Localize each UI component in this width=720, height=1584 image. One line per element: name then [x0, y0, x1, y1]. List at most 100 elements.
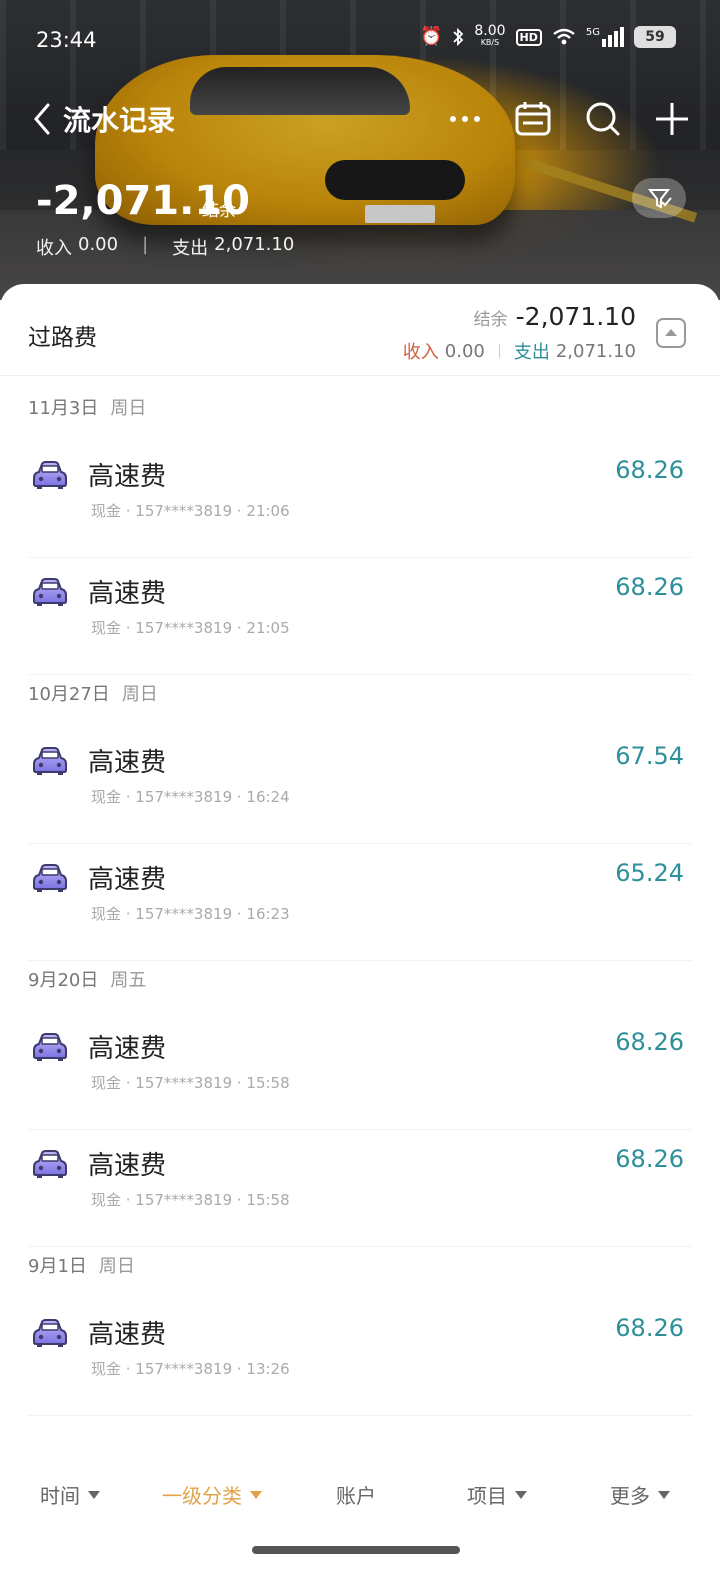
date-header: 9月20日 周五 — [28, 966, 146, 992]
summary-balance: 结余 -2,071.10 — [474, 302, 636, 331]
transaction-meta: 现金 · 157****3819 · 21:06 — [91, 502, 290, 520]
plus-icon[interactable] — [652, 99, 692, 139]
more-icon[interactable] — [445, 99, 485, 139]
transaction-row[interactable]: 高速费 现金 · 157****3819 · 16:24 67.54 — [0, 726, 720, 844]
back-button[interactable] — [28, 101, 58, 137]
search-icon[interactable] — [583, 99, 623, 139]
filter-tab-bar: 时间 一级分类 账户 项目 更多 — [0, 1462, 720, 1532]
tab-label: 更多 — [610, 1484, 650, 1508]
collapse-icon — [665, 329, 677, 336]
car-icon — [32, 1318, 68, 1348]
signal-icon: 5G — [586, 27, 624, 47]
tab-4[interactable]: 更多 — [610, 1480, 670, 1509]
summary-income-value: 0.00 — [444, 340, 485, 362]
status-bar: 23:44 ⏰ 8.00 KB/S HD 5G 59 — [0, 22, 720, 58]
transaction-name: 高速费 — [88, 1151, 167, 1181]
car-icon — [32, 577, 68, 607]
dropdown-arrow-icon — [515, 1490, 527, 1499]
category-summary: 过路费 结余 -2,071.10 收入 0.00 支出 2,071.10 — [0, 284, 720, 376]
car-icon — [32, 746, 68, 776]
screen: { "status": { "time": "23:44", "net_spee… — [0, 0, 720, 1584]
summary-balance-value: -2,071.10 — [515, 302, 636, 331]
filter-button[interactable] — [632, 178, 686, 218]
status-time: 23:44 — [36, 28, 97, 52]
tab-label: 一级分类 — [162, 1484, 242, 1508]
header-income-label: 收入 — [36, 238, 72, 259]
tab-3[interactable]: 项目 — [467, 1480, 527, 1509]
dropdown-arrow-icon — [88, 1490, 100, 1499]
header-balance-label: 结余 — [202, 201, 236, 221]
separator: | — [142, 234, 149, 255]
date-label: 10月27日 — [28, 684, 110, 705]
date-header: 11月3日 周日 — [28, 394, 146, 420]
home-indicator[interactable] — [252, 1546, 460, 1554]
net-speed-value: 8.00 — [474, 23, 506, 39]
row-divider — [28, 960, 692, 961]
transaction-name: 高速费 — [88, 865, 167, 895]
date-label: 9月20日 — [28, 970, 99, 991]
page-title: 流水记录 — [63, 104, 176, 137]
tab-label: 账户 — [336, 1484, 376, 1508]
network-type: 5G — [585, 27, 600, 38]
tab-2[interactable]: 账户 — [336, 1480, 376, 1509]
divider — [498, 344, 500, 358]
transaction-row[interactable]: 高速费现金 · 157****3819 · 21:05 68.26 — [0, 557, 720, 675]
nav-bar: 流水记录 — [0, 95, 720, 145]
car-icon — [32, 460, 68, 490]
transaction-name: 高速费 — [88, 1034, 167, 1064]
weekday-label: 周日 — [121, 684, 158, 705]
summary-expense-label: 支出 — [513, 342, 550, 363]
collapse-button[interactable] — [656, 318, 686, 348]
dropdown-arrow-icon — [658, 1490, 670, 1499]
header-expense-label: 支出 — [172, 238, 209, 259]
transaction-name: 高速费 — [88, 748, 167, 778]
transaction-meta: 现金 · 157****3819 · 21:05 — [91, 619, 290, 637]
summary-income-label: 收入 — [402, 342, 439, 363]
transaction-amount: 68.26 — [615, 456, 684, 484]
row-divider — [28, 674, 692, 675]
header-income-expense: 收入 0.00 | 支出 2,071.10 — [36, 234, 294, 260]
transaction-name: 高速费 — [88, 579, 167, 609]
transaction-row[interactable]: 高速费 现金 · 157****3819 · 15:58 68.26 — [0, 1129, 720, 1247]
dropdown-arrow-icon — [250, 1490, 262, 1499]
weekday-label: 周五 — [110, 970, 147, 991]
transaction-name: 高速费 — [88, 1320, 167, 1350]
alarm-icon: ⏰ — [419, 26, 443, 47]
tab-0[interactable]: 时间 — [40, 1480, 100, 1509]
net-speed: 8.00 KB/S — [474, 23, 506, 48]
weekday-label: 周日 — [110, 398, 147, 419]
battery-icon: 59 — [634, 26, 676, 48]
summary-balance-label: 结余 — [473, 310, 508, 330]
date-label: 9月1日 — [28, 1256, 87, 1277]
tab-label: 项目 — [467, 1484, 507, 1508]
filter-icon — [647, 189, 672, 209]
transaction-row[interactable]: 高速费现金 · 157****3819 · 21:06 68.26 — [0, 440, 720, 558]
net-speed-unit: KB/S — [480, 38, 500, 47]
date-label: 11月3日 — [28, 398, 99, 419]
row-divider — [28, 1246, 692, 1247]
transaction-amount: 68.26 — [615, 1314, 684, 1342]
transaction-meta: 现金 · 157****3819 · 15:58 — [91, 1074, 290, 1092]
transaction-meta: 现金 · 157****3819 · 13:26 — [91, 1360, 290, 1378]
transaction-amount: 68.26 — [615, 1028, 684, 1056]
transaction-meta: 现金 · 157****3819 · 16:23 — [91, 905, 290, 923]
car-icon — [32, 863, 68, 893]
car-icon — [32, 1149, 68, 1179]
row-divider — [28, 1415, 692, 1416]
tab-1[interactable]: 一级分类 — [162, 1480, 262, 1509]
bluetooth-icon — [453, 27, 464, 47]
record-list-panel: 过路费 结余 -2,071.10 收入 0.00 支出 2,071.10 11月… — [0, 284, 720, 1584]
header-expense-value: 2,071.10 — [214, 234, 295, 255]
summary-expense-value: 2,071.10 — [555, 340, 636, 362]
transaction-name: 高速费 — [88, 462, 167, 492]
transaction-row[interactable]: 高速费 现金 · 157****3819 · 16:23 65.24 — [0, 843, 720, 961]
wifi-icon — [553, 28, 575, 45]
date-header: 10月27日 周日 — [28, 680, 158, 706]
status-icons: ⏰ 8.00 KB/S HD 5G 59 — [419, 23, 676, 48]
transaction-amount: 68.26 — [615, 573, 684, 601]
tab-label: 时间 — [40, 1484, 80, 1508]
transaction-row[interactable]: 高速费现金 · 157****3819 · 15:58 68.26 — [0, 1012, 720, 1130]
transaction-row[interactable]: 高速费现金 · 157****3819 · 13:26 68.26 — [0, 1298, 720, 1416]
weekday-label: 周日 — [98, 1256, 135, 1277]
calendar-icon[interactable] — [513, 99, 553, 139]
